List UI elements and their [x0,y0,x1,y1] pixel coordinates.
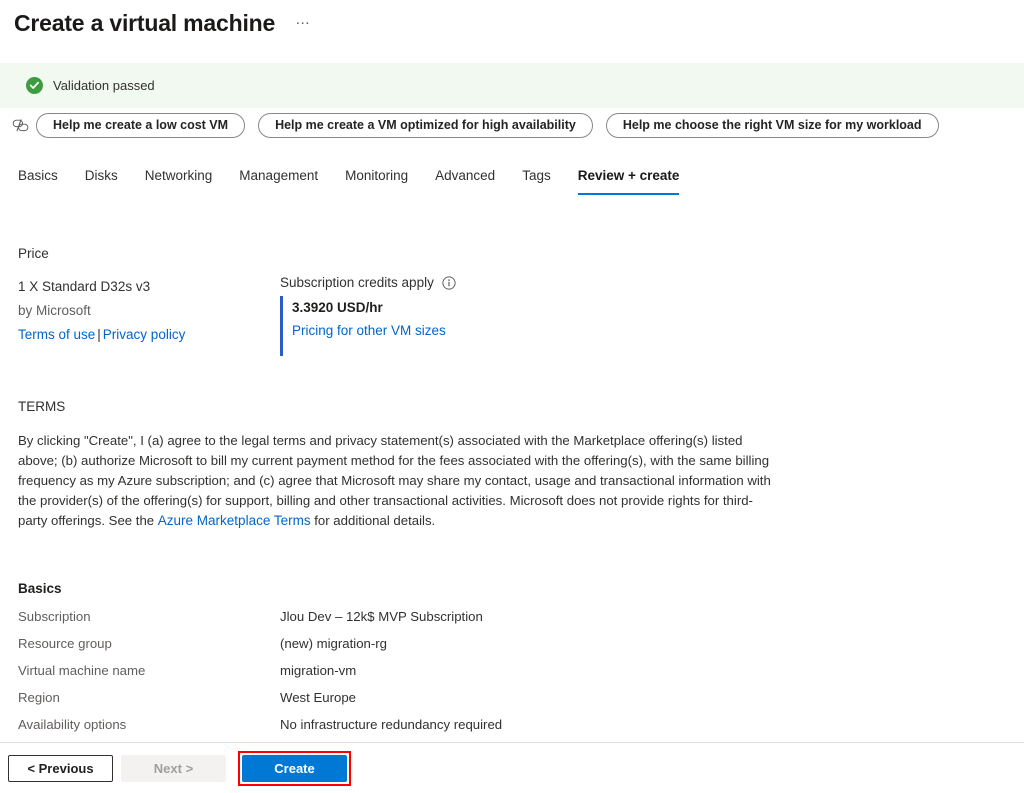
subscription-credits-label: Subscription credits apply [280,275,434,290]
price-amount-block: Subscription credits apply 3.3920 USD/hr… [280,275,1006,356]
tab-monitoring[interactable]: Monitoring [345,166,408,195]
table-row: Availability options No infrastructure r… [18,717,502,744]
tab-review-create[interactable]: Review + create [578,166,680,195]
price-legal-links: Terms of use|Privacy policy [18,323,280,347]
azure-marketplace-terms-link[interactable]: Azure Marketplace Terms [158,513,311,528]
tab-disks[interactable]: Disks [85,166,118,195]
terms-heading: TERMS [18,399,1006,414]
next-button: Next > [121,755,226,782]
previous-button[interactable]: < Previous [8,755,113,782]
link-separator: | [95,327,103,342]
create-button-highlight: Create [238,751,351,786]
tab-management[interactable]: Management [239,166,318,195]
check-circle-icon [26,77,43,94]
table-row: Virtual machine name migration-vm [18,663,502,690]
terms-body: By clicking "Create", I (a) agree to the… [18,431,774,531]
basics-key: Availability options [18,717,280,744]
basics-key: Virtual machine name [18,663,280,690]
privacy-policy-link[interactable]: Privacy policy [103,327,186,342]
tab-advanced[interactable]: Advanced [435,166,495,195]
basics-value: No infrastructure redundancy required [280,717,502,744]
table-row: Subscription Jlou Dev – 12k$ MVP Subscri… [18,609,502,636]
tab-tags[interactable]: Tags [522,166,551,195]
price-callout: 3.3920 USD/hr Pricing for other VM sizes [280,296,1006,356]
info-icon[interactable] [442,276,456,290]
validation-banner: Validation passed [0,63,1024,108]
overflow-menu-icon[interactable]: … [295,13,312,33]
price-offer-details: 1 X Standard D32s v3 by Microsoft Terms … [18,275,280,356]
price-sku: 1 X Standard D32s v3 [18,275,280,299]
basics-summary-table: Subscription Jlou Dev – 12k$ MVP Subscri… [18,609,502,744]
price-section: 1 X Standard D32s v3 by Microsoft Terms … [18,275,1006,356]
tab-networking[interactable]: Networking [145,166,213,195]
price-value: 3.3920 USD/hr [292,297,1006,319]
wizard-tabs: Basics Disks Networking Management Monit… [0,166,1024,200]
basics-value: Jlou Dev – 12k$ MVP Subscription [280,609,502,636]
copilot-suggestion-chip[interactable]: Help me create a VM optimized for high a… [258,113,593,138]
page-title: Create a virtual machine [14,8,275,38]
review-content: Price 1 X Standard D32s v3 by Microsoft … [0,228,1024,742]
basics-value: (new) migration-rg [280,636,502,663]
terms-text-after-link: for additional details. [311,513,436,528]
subscription-credits-row: Subscription credits apply [280,275,1006,290]
price-section-heading: Price [18,246,1006,261]
basics-key: Resource group [18,636,280,663]
basics-value: West Europe [280,690,502,717]
price-publisher: by Microsoft [18,299,280,323]
terms-of-use-link[interactable]: Terms of use [18,327,95,342]
validation-message: Validation passed [53,78,155,93]
basics-heading: Basics [18,581,1006,596]
pricing-other-vm-sizes-link[interactable]: Pricing for other VM sizes [292,319,1006,342]
table-row: Region West Europe [18,690,502,717]
copilot-suggestion-chip[interactable]: Help me choose the right VM size for my … [606,113,939,138]
basics-key: Subscription [18,609,280,636]
copilot-icon[interactable] [8,114,30,136]
tab-basics[interactable]: Basics [18,166,58,195]
wizard-footer: < Previous Next > Create [0,743,1024,793]
table-row: Resource group (new) migration-rg [18,636,502,663]
basics-value: migration-vm [280,663,502,690]
basics-key: Region [18,690,280,717]
create-button[interactable]: Create [242,755,347,782]
page-header: Create a virtual machine … [0,0,1024,38]
copilot-suggestions-row: Help me create a low cost VM Help me cre… [0,110,1024,140]
copilot-suggestion-chip[interactable]: Help me create a low cost VM [36,113,245,138]
